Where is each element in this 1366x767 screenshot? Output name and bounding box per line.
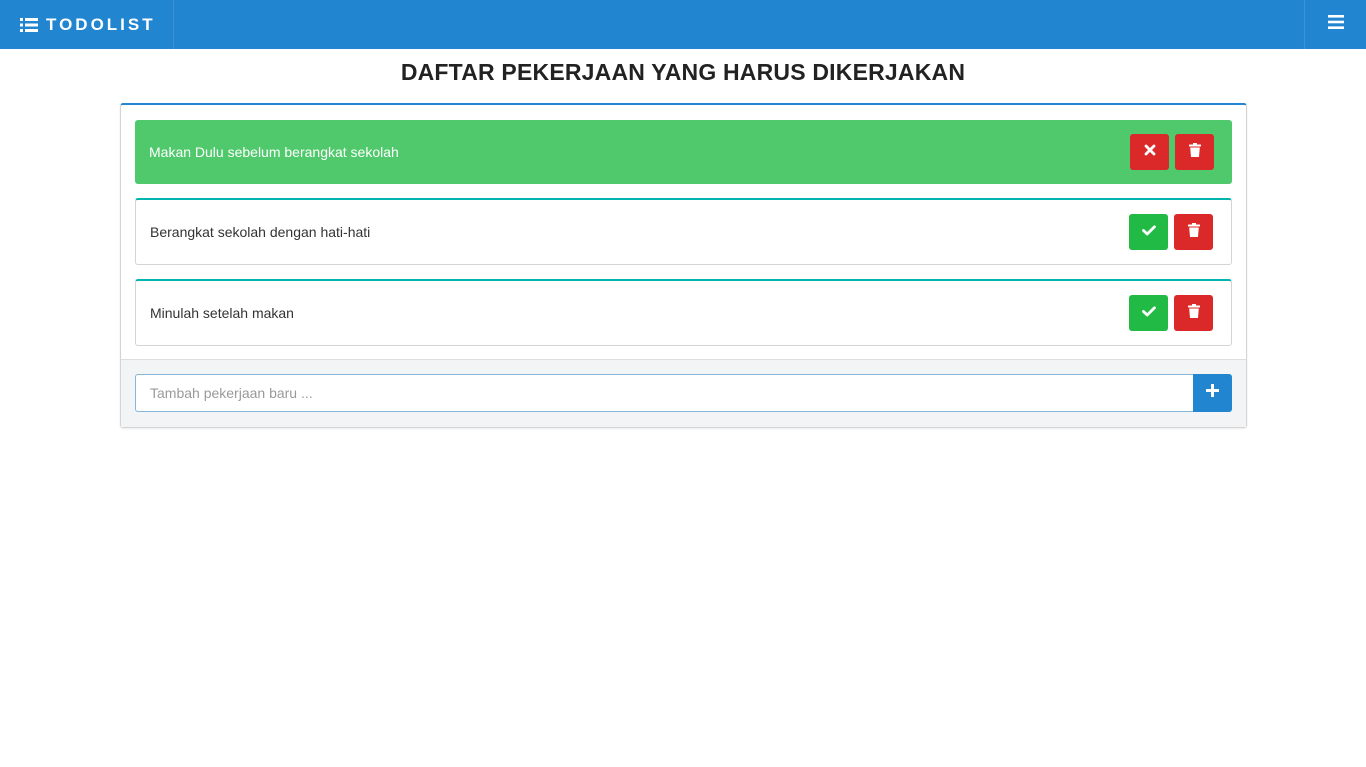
delete-button[interactable] <box>1175 134 1214 170</box>
todo-actions <box>1130 134 1214 170</box>
todo-text: Berangkat sekolah dengan hati-hati <box>150 224 371 240</box>
menu-toggle-button[interactable] <box>1304 0 1366 49</box>
todo-item-pending: Berangkat sekolah dengan hati-hati <box>135 198 1232 265</box>
checkmark-icon <box>1141 223 1156 241</box>
new-task-input[interactable] <box>135 374 1193 412</box>
page-title: DAFTAR PEKERJAAN YANG HARUS DIKERJAKAN <box>400 59 966 85</box>
navbar: TODOLIST <box>0 0 1366 49</box>
list-icon <box>20 17 38 32</box>
trash-icon <box>1187 303 1200 323</box>
complete-button[interactable] <box>1129 295 1168 331</box>
todo-text: Makan Dulu sebelum berangkat sekolah <box>149 144 399 160</box>
plus-icon <box>1206 384 1219 402</box>
card-footer <box>121 359 1246 427</box>
new-task-form <box>135 374 1232 412</box>
todo-actions <box>1129 295 1213 331</box>
hamburger-menu-icon <box>1327 15 1344 34</box>
brand-link[interactable]: TODOLIST <box>0 0 174 49</box>
checkmark-icon <box>1141 304 1156 322</box>
todo-actions <box>1129 214 1213 250</box>
complete-button[interactable] <box>1129 214 1168 250</box>
brand-text: TODOLIST <box>46 14 156 34</box>
todo-item-done: Makan Dulu sebelum berangkat sekolah <box>135 120 1232 184</box>
trash-icon <box>1188 142 1201 162</box>
delete-button[interactable] <box>1174 295 1213 331</box>
close-icon <box>1144 143 1156 161</box>
undo-button[interactable] <box>1130 134 1169 170</box>
add-task-button[interactable] <box>1193 374 1232 412</box>
delete-button[interactable] <box>1174 214 1213 250</box>
todo-text: Minulah setelah makan <box>150 305 294 321</box>
todo-card: Makan Dulu sebelum berangkat sekolah Ber… <box>120 103 1247 428</box>
trash-icon <box>1187 222 1200 242</box>
todo-item-pending: Minulah setelah makan <box>135 279 1232 346</box>
